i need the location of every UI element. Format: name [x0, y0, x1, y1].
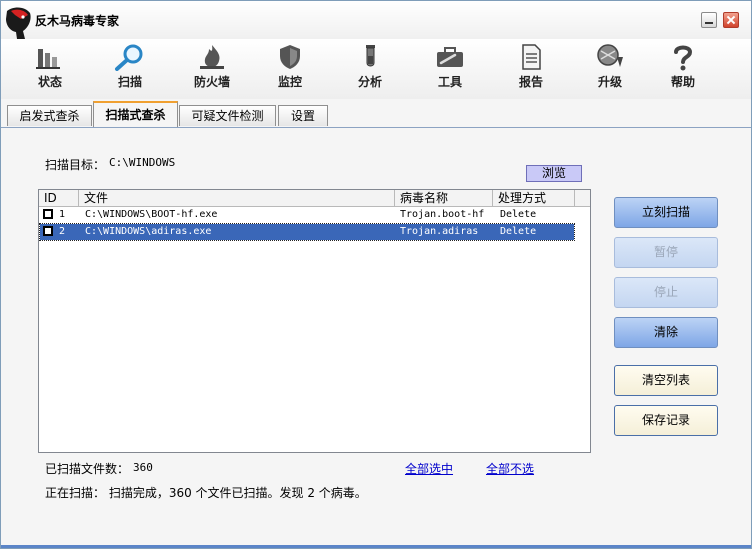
- toolbar-status[interactable]: 状态: [20, 43, 80, 97]
- clear-list-button[interactable]: 清空列表: [614, 365, 718, 396]
- scan-target-label: 扫描目标：: [45, 158, 106, 172]
- row-checkbox[interactable]: [43, 226, 53, 236]
- document-icon: [522, 44, 541, 70]
- scan-target-value: C:\WINDOWS: [109, 156, 176, 169]
- horse-logo-icon: [6, 7, 31, 39]
- pause-button[interactable]: 暂停: [614, 237, 718, 268]
- main-toolbar: 状态 扫描 防火墙 监控 分析 工具 报告 升级 帮助: [1, 39, 751, 99]
- column-header-id[interactable]: ID: [39, 190, 79, 206]
- deselect-all-link[interactable]: 全部不选: [486, 460, 534, 477]
- scan-status-text: 正在扫描： 扫描完成，360 个文件已扫描。发现 2 个病毒。: [45, 486, 367, 500]
- row-id: 2: [59, 226, 66, 237]
- tab-scan[interactable]: 扫描式查杀: [93, 101, 178, 127]
- toolbar-label: 扫描: [117, 75, 142, 89]
- select-all-link[interactable]: 全部选中: [405, 460, 453, 477]
- row-id: 1: [59, 209, 66, 220]
- tab-heuristic[interactable]: 启发式查杀: [7, 105, 92, 126]
- toolbar-scan[interactable]: 扫描: [100, 43, 160, 97]
- toolbar-tools[interactable]: 工具: [420, 43, 480, 97]
- title-bar[interactable]: 反木马病毒专家: [1, 1, 751, 39]
- row-action: Delete: [500, 209, 537, 220]
- table-row[interactable]: 1 C:\WINDOWS\BOOT-hf.exe Trojan.boot-hf …: [40, 207, 574, 223]
- column-header-virus[interactable]: 病毒名称: [395, 190, 493, 206]
- toolbar-label: 报告: [518, 75, 543, 89]
- toolbar-help[interactable]: 帮助: [653, 43, 713, 97]
- toolbar-analyze[interactable]: 分析: [340, 43, 400, 97]
- scanned-count-label: 已扫描文件数：: [45, 462, 130, 476]
- toolbar-update[interactable]: 升级: [580, 43, 640, 97]
- clean-button[interactable]: 清除: [614, 317, 718, 348]
- toolbar-firewall[interactable]: 防火墙: [182, 43, 242, 97]
- scanned-count-value: 360: [133, 461, 153, 474]
- minimize-button[interactable]: [701, 12, 717, 28]
- toolbar-label: 防火墙: [193, 75, 230, 89]
- save-log-button[interactable]: 保存记录: [614, 405, 718, 436]
- row-file: C:\WINDOWS\BOOT-hf.exe: [85, 209, 218, 220]
- toolbar-label: 分析: [357, 75, 382, 89]
- scan-panel: 扫描目标： C:\WINDOWS 浏览 ID 文件 病毒名称 处理方式 1 C:…: [1, 128, 751, 548]
- update-globe-icon: [597, 44, 623, 67]
- window-bottom-border: [1, 545, 751, 548]
- column-header-file[interactable]: 文件: [79, 190, 395, 206]
- toolbar-report[interactable]: 报告: [501, 43, 561, 97]
- toolbar-label: 监控: [277, 75, 302, 89]
- test-tube-icon: [366, 45, 375, 67]
- browse-button[interactable]: 浏览: [526, 165, 582, 182]
- stop-button[interactable]: 停止: [614, 277, 718, 308]
- row-virus: Trojan.boot-hf: [400, 209, 485, 220]
- toolbar-label: 状态: [37, 75, 62, 89]
- toolbar-label: 帮助: [670, 75, 695, 89]
- row-virus: Trojan.adiras: [400, 226, 479, 237]
- tab-suspicious-files[interactable]: 可疑文件检测: [179, 105, 276, 126]
- app-title: 反木马病毒专家: [35, 14, 120, 28]
- row-action: Delete: [500, 226, 537, 237]
- toolbar-label: 升级: [597, 75, 622, 89]
- results-list[interactable]: ID 文件 病毒名称 处理方式 1 C:\WINDOWS\BOOT-hf.exe…: [38, 189, 591, 453]
- help-question-icon: [674, 45, 693, 71]
- toolbar-monitor[interactable]: 监控: [260, 43, 320, 97]
- row-file: C:\WINDOWS\adiras.exe: [85, 226, 212, 237]
- toolbar-label: 工具: [437, 75, 462, 89]
- tab-settings[interactable]: 设置: [278, 105, 328, 126]
- bar-chart-icon: [36, 49, 60, 69]
- scan-now-button[interactable]: 立刻扫描: [614, 197, 718, 228]
- app-window: 反木马病毒专家 状态 扫描 防火墙 监控 分析 工具 报告 升级 帮助 启发式查…: [0, 0, 752, 549]
- close-button[interactable]: [723, 12, 739, 28]
- magnifier-icon: [115, 44, 143, 71]
- shield-icon: [280, 45, 300, 69]
- tab-bar: 启发式查杀 扫描式查杀 可疑文件检测 设置: [1, 99, 751, 128]
- row-checkbox[interactable]: [43, 209, 53, 219]
- toolbox-icon: [437, 47, 463, 67]
- firewall-flame-icon: [200, 45, 224, 69]
- table-row[interactable]: 2 C:\WINDOWS\adiras.exe Trojan.adiras De…: [39, 223, 575, 241]
- column-header-action[interactable]: 处理方式: [493, 190, 575, 206]
- list-header: ID 文件 病毒名称 处理方式: [39, 190, 590, 207]
